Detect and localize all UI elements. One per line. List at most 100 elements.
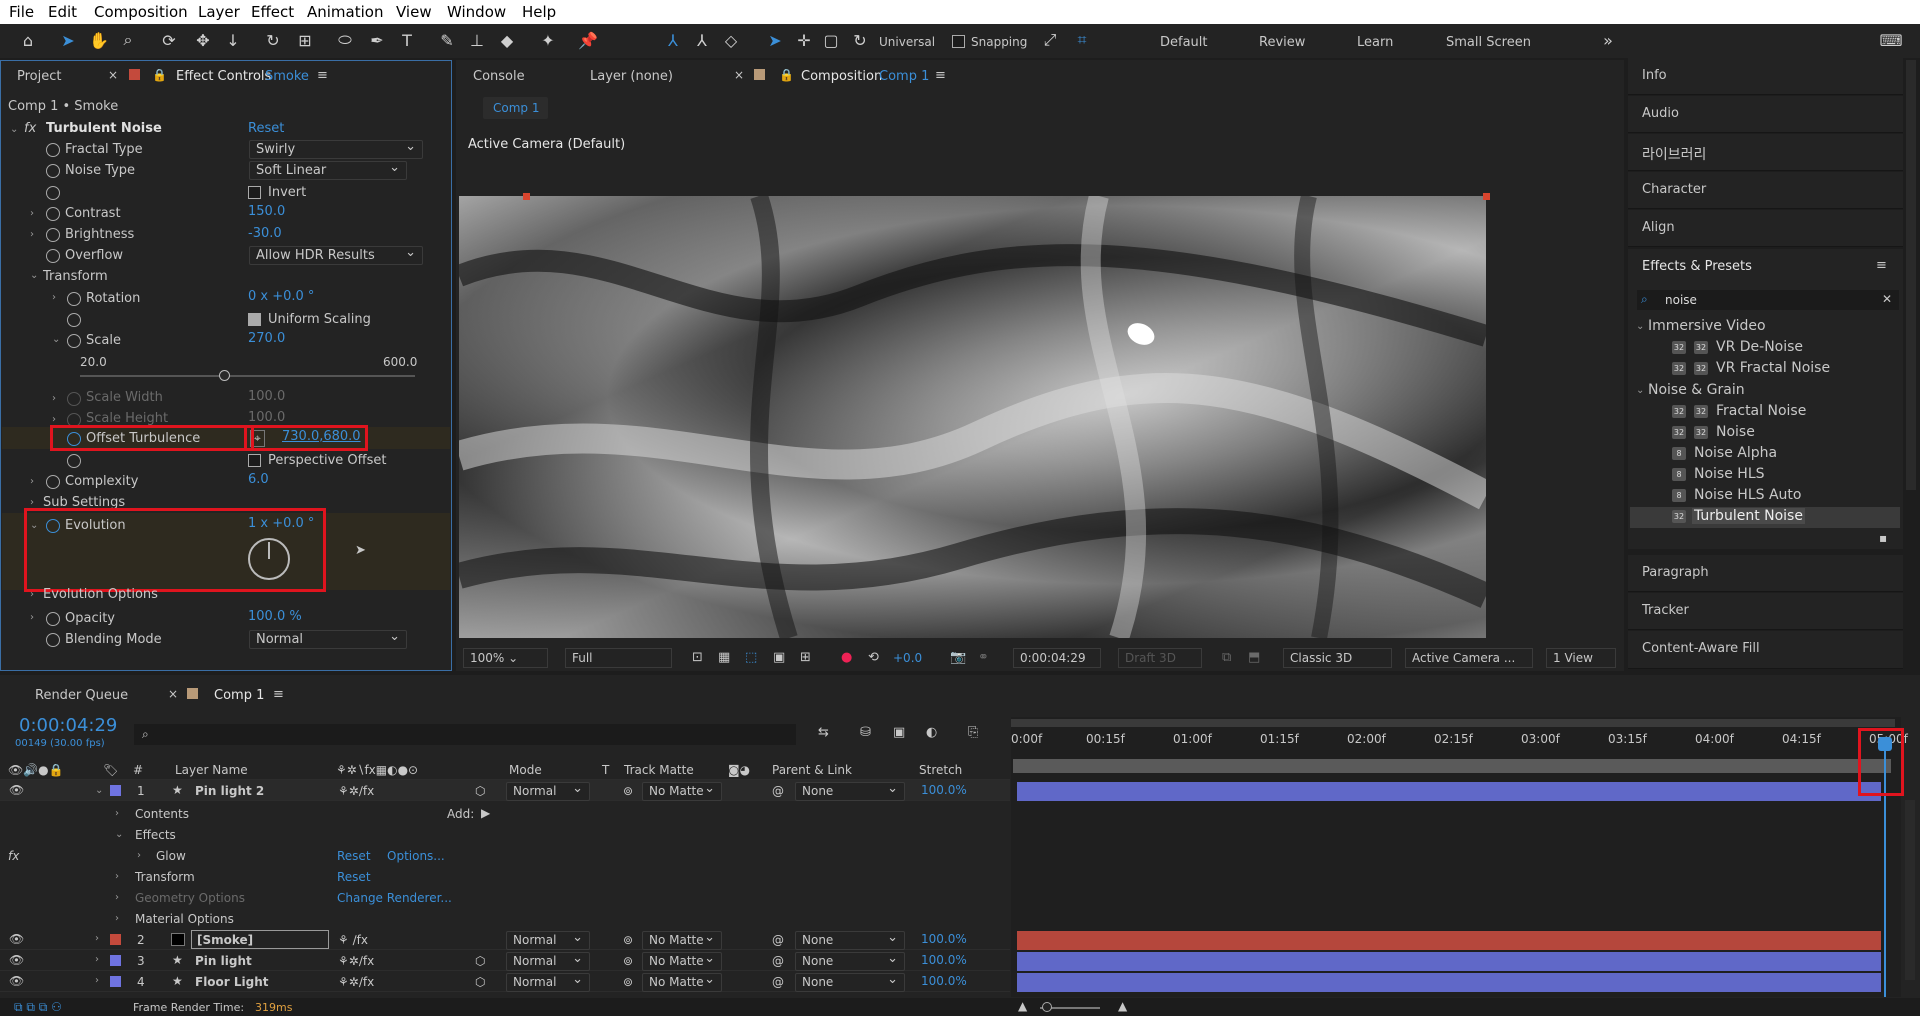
timeline-search-input[interactable]: ⌕: [134, 724, 796, 745]
stopwatch-icon[interactable]: [46, 633, 60, 647]
change-renderer-link[interactable]: Change Renderer...: [337, 891, 452, 905]
scale-slider-thumb[interactable]: [219, 370, 231, 381]
track-matte-dropdown[interactable]: No Matte: [642, 929, 722, 950]
pick-whip-icon[interactable]: @: [772, 933, 784, 947]
tab-comp-1-timeline[interactable]: Comp 1: [214, 688, 264, 703]
layer-name[interactable]: Pin light: [195, 954, 252, 968]
zoom-tool-icon[interactable]: ⌕: [117, 29, 139, 51]
geometry-options-group[interactable]: Geometry Options: [135, 891, 245, 905]
extended-viewer-icon[interactable]: ⧉: [1222, 650, 1231, 665]
menu-edit[interactable]: Edit: [48, 3, 77, 21]
blend-mode-dropdown[interactable]: Normal: [506, 929, 590, 950]
selection-tool-icon[interactable]: ➤: [57, 29, 79, 51]
expand-arrow[interactable]: ›: [30, 229, 34, 240]
stopwatch-icon[interactable]: [46, 143, 60, 157]
timeline-scrollbar[interactable]: [1905, 800, 1915, 980]
color-management-icon[interactable]: ⟲: [868, 650, 879, 665]
stopwatch-icon[interactable]: [67, 292, 81, 306]
snap-target-icon[interactable]: ⌗: [1071, 29, 1093, 51]
fx-icon[interactable]: fx: [24, 121, 36, 136]
close-icon[interactable]: ×: [108, 68, 118, 82]
visibility-eye-icon[interactable]: 👁: [9, 974, 24, 988]
parent-dropdown[interactable]: None: [795, 950, 905, 971]
expand-arrow[interactable]: ⌄: [1636, 321, 1644, 332]
grid-icon[interactable]: ⊞: [800, 650, 811, 665]
libraries-panel[interactable]: 라이브러리: [1628, 134, 1903, 171]
effect-vr-de-noise[interactable]: VR De-Noise: [1716, 339, 1803, 355]
layer-bar-smoke[interactable]: [1017, 931, 1881, 950]
zoom-out-icon[interactable]: ▲: [1018, 999, 1027, 1013]
complexity-value[interactable]: 6.0: [248, 472, 269, 487]
transform-group-label[interactable]: Transform: [43, 269, 108, 284]
matte-icon[interactable]: ⊚: [623, 975, 633, 989]
snapping-checkbox[interactable]: [952, 35, 965, 48]
stopwatch-icon[interactable]: [67, 454, 81, 468]
timeline-timecode[interactable]: 0:00:04:29: [19, 715, 117, 736]
move-gizmo-icon[interactable]: ✛: [793, 29, 815, 51]
menu-layer[interactable]: Layer: [198, 3, 240, 21]
effect-noise[interactable]: Noise: [1716, 424, 1755, 440]
menu-effect[interactable]: Effect: [251, 3, 294, 21]
right-scrollbar[interactable]: [1906, 60, 1916, 490]
workspace-overflow-icon[interactable]: »: [1597, 29, 1619, 51]
renderer-dropdown[interactable]: Classic 3D: [1283, 648, 1392, 668]
pick-whip-icon[interactable]: @: [772, 784, 784, 798]
matte-icon[interactable]: ⊚: [623, 784, 633, 798]
menu-window[interactable]: Window: [447, 3, 506, 21]
clone-stamp-icon[interactable]: ⊥: [466, 29, 488, 51]
pick-whip-icon[interactable]: @: [772, 954, 784, 968]
close-icon[interactable]: ×: [734, 68, 744, 82]
stopwatch-icon[interactable]: [46, 186, 60, 200]
tab-console[interactable]: Console: [473, 69, 525, 84]
new-preset-icon[interactable]: ▪: [1879, 531, 1887, 545]
panel-menu-icon[interactable]: ≡: [273, 687, 284, 702]
matte-icon[interactable]: ⊚: [623, 933, 633, 947]
stretch-value[interactable]: 100.0%: [921, 974, 967, 988]
scale-gizmo-icon[interactable]: ▢: [820, 29, 842, 51]
group-noise-grain[interactable]: Noise & Grain: [1648, 382, 1745, 398]
bounding-handle[interactable]: [523, 193, 530, 200]
expand-arrow[interactable]: ›: [30, 612, 34, 623]
layer-switches-icons[interactable]: ⚘✲∕fx: [338, 784, 374, 798]
expand-arrow[interactable]: ›: [30, 208, 34, 219]
pen-tool-icon[interactable]: ✒: [366, 29, 388, 51]
orbit-tool-icon[interactable]: ⟳: [158, 29, 180, 51]
rotation-value[interactable]: 0 x +0.0 °: [248, 289, 314, 304]
brightness-value[interactable]: -30.0: [248, 226, 282, 241]
blend-mode-dropdown[interactable]: Normal: [506, 971, 590, 992]
stretch-value[interactable]: 100.0%: [921, 932, 967, 946]
blend-mode-dropdown[interactable]: Normal: [506, 780, 590, 801]
composition-viewer[interactable]: [459, 196, 1486, 638]
info-panel[interactable]: Info: [1628, 58, 1903, 95]
track-matte-dropdown[interactable]: No Matte: [642, 971, 722, 992]
show-snapshot-icon[interactable]: ⚭: [978, 650, 989, 665]
zoom-dropdown[interactable]: 100% ⌄: [463, 648, 548, 668]
expand-arrow[interactable]: ›: [30, 589, 34, 600]
3d-layer-icon[interactable]: ⬡: [475, 975, 485, 989]
pick-whip-icon[interactable]: @: [772, 975, 784, 989]
av-features-icon[interactable]: 👁🔊●🔒: [8, 763, 64, 777]
layer-switches-icons[interactable]: ⚘ ∕fx: [338, 933, 368, 947]
lock-icon[interactable]: 🔒: [152, 68, 167, 82]
menu-view[interactable]: View: [396, 3, 432, 21]
frame-blending-icon[interactable]: ◐: [926, 725, 937, 740]
layer-bar-pin-light[interactable]: [1017, 952, 1881, 971]
3d-ground-icon[interactable]: ⬒: [1248, 650, 1260, 665]
glow-options-link[interactable]: Options...: [387, 849, 445, 863]
character-panel[interactable]: Character: [1628, 172, 1903, 209]
tracker-panel[interactable]: Tracker: [1628, 593, 1903, 630]
exposure-value[interactable]: +0.0: [893, 651, 922, 665]
tab-composition[interactable]: Composition: [801, 69, 882, 84]
effects-group[interactable]: Effects: [135, 828, 176, 842]
roto-brush-icon[interactable]: ✦: [537, 29, 559, 51]
graph-editor-icon[interactable]: ⎘: [968, 725, 978, 740]
expand-arrow[interactable]: ›: [115, 871, 119, 882]
search-help-icon[interactable]: ⌨: [1879, 29, 1902, 51]
axis-world-icon[interactable]: ⅄: [691, 29, 713, 51]
evolution-options-label[interactable]: Evolution Options: [43, 587, 158, 602]
expand-arrow[interactable]: ›: [30, 476, 34, 487]
layer-label-color[interactable]: [110, 976, 121, 987]
stretch-value[interactable]: 100.0%: [921, 783, 967, 797]
fx-icon[interactable]: fx: [8, 849, 19, 863]
workspace-small-screen[interactable]: Small Screen: [1446, 35, 1531, 50]
